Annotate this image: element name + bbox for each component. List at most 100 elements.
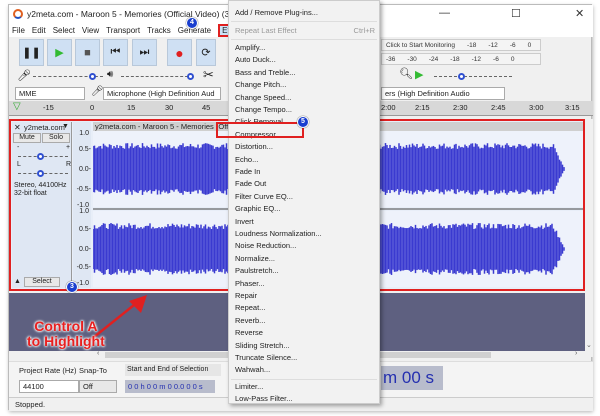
menu-tracks[interactable]: Tracks	[147, 26, 171, 35]
audacity-logo-icon	[13, 9, 23, 19]
recording-device-select[interactable]: Microphone (High Definition Aud	[103, 87, 221, 100]
menu-item-phaser[interactable]: Phaser...	[235, 278, 265, 290]
playback-meter[interactable]: -36 -30 -24 -18 -12 -6 0	[381, 53, 541, 65]
menu-item-low-pass-filter[interactable]: Low-Pass Filter...	[235, 393, 293, 405]
selection-label: Start and End of Selection	[125, 364, 221, 376]
menu-item-echo[interactable]: Echo...	[235, 154, 258, 166]
callout-text: Control A to Highlight	[27, 319, 105, 349]
menu-item-noise-reduction[interactable]: Noise Reduction...	[235, 240, 296, 252]
record-meter[interactable]: Click to Start Monitoring -18 -12 -6 0	[381, 39, 541, 51]
zoom-icon[interactable]: 🔍︎	[399, 67, 413, 80]
menu-item-repair[interactable]: Repair	[235, 290, 257, 302]
ruler-tick: 3:15	[565, 103, 580, 112]
menu-item-reverse[interactable]: Reverse	[235, 327, 263, 339]
selection-start-time[interactable]: 0 0 h 0 0 m 0 0.0 0 0 s	[125, 380, 215, 393]
playback-volume-slider[interactable]	[121, 69, 194, 83]
repeat-shortcut: Ctrl+R	[353, 26, 375, 35]
ruler-tick: 2:30	[453, 103, 468, 112]
audio-host-select[interactable]: MME	[15, 87, 85, 100]
close-button[interactable]: ✕	[575, 7, 584, 20]
menu-item-truncate-silence[interactable]: Truncate Silence...	[235, 352, 297, 364]
meter-label: Click to Start Monitoring	[386, 41, 455, 49]
pause-button[interactable]: ❚❚	[19, 39, 44, 66]
menu-item-change-tempo[interactable]: Change Tempo...	[235, 104, 292, 116]
snap-to-select[interactable]: Off	[79, 380, 117, 393]
menu-item-invert[interactable]: Invert	[235, 216, 254, 228]
menu-item-reverb[interactable]: Reverb...	[235, 315, 265, 327]
menu-item-paulstretch[interactable]: Paulstretch...	[235, 265, 279, 277]
menu-item-bass-and-treble[interactable]: Bass and Treble...	[235, 67, 295, 79]
meter-tick: -12	[488, 41, 498, 49]
play-button[interactable]: ▶	[47, 39, 72, 66]
ruler-tick: 15	[127, 103, 136, 112]
menu-transport[interactable]: Transport	[106, 26, 140, 35]
menu-separator	[231, 21, 377, 22]
callout-line-1: Control A	[34, 318, 98, 334]
menu-item-fade-in[interactable]: Fade In	[235, 166, 260, 178]
meter-tick: -36	[386, 55, 396, 63]
menu-item-change-pitch[interactable]: Change Pitch...	[235, 79, 286, 91]
menu-item-auto-duck[interactable]: Auto Duck...	[235, 54, 276, 66]
skip-to-start-button[interactable]: ⏮	[103, 39, 128, 66]
scroll-left-icon[interactable]: ‹	[97, 350, 99, 357]
effect-dropdown-menu: Add / Remove Plug-ins... Repeat Last Eff…	[228, 0, 380, 404]
track-bit-depth-info: 32-bit float	[14, 190, 47, 197]
menu-item-limiter[interactable]: Limiter...	[235, 381, 263, 393]
menu-item-loudness-normalization[interactable]: Loudness Normalization...	[235, 228, 322, 240]
scroll-right-icon[interactable]: ›	[575, 350, 577, 357]
menu-item-filter-curve-eq[interactable]: Filter Curve EQ...	[235, 191, 293, 203]
vertical-scrollbar[interactable]: ⌄	[585, 119, 593, 357]
menu-item-amplify[interactable]: Amplify...	[235, 42, 265, 54]
record-button[interactable]: ●	[167, 39, 192, 66]
skip-to-end-button[interactable]: ⏭	[132, 39, 157, 66]
ruler-tick: 45	[202, 103, 211, 112]
mute-button[interactable]: Mute	[13, 133, 41, 143]
recording-volume-slider[interactable]	[33, 69, 103, 83]
menu-item-graphic-eq[interactable]: Graphic EQ...	[235, 203, 280, 215]
menu-file[interactable]: File	[12, 26, 25, 35]
menu-item-change-speed[interactable]: Change Speed...	[235, 92, 291, 104]
meter-tick: 0	[510, 55, 515, 63]
cut-scissors-icon[interactable]: ✂	[203, 67, 214, 83]
menu-item-distortion[interactable]: Distortion...	[235, 141, 273, 153]
step-badge-3: 3	[66, 281, 78, 293]
play-speed-slider[interactable]	[434, 69, 512, 83]
microphone-icon: 🎤︎	[91, 86, 104, 97]
playback-device-select[interactable]: ers (High Definition Audio	[381, 87, 505, 100]
menu-item-repeat[interactable]: Repeat...	[235, 302, 265, 314]
menu-item-add-remove-plugins[interactable]: Add / Remove Plug-ins...	[235, 7, 318, 19]
track-menu-arrow-icon[interactable]: ▼	[62, 123, 69, 130]
compressor-highlight-box	[216, 122, 304, 138]
pan-slider[interactable]	[18, 166, 68, 180]
menu-item-sliding-stretch[interactable]: Sliding Stretch...	[235, 340, 290, 352]
stop-button[interactable]: ■	[75, 39, 100, 66]
menu-item-normalize[interactable]: Normalize...	[235, 253, 275, 265]
collapse-track-icon[interactable]: ▲	[14, 278, 21, 285]
ruler-tick: 2:45	[491, 103, 506, 112]
solo-button[interactable]: Solo	[42, 133, 70, 143]
ruler-tick: 3:00	[529, 103, 544, 112]
gain-slider[interactable]	[18, 149, 68, 163]
pin-playhead-icon[interactable]: ▽	[13, 101, 21, 112]
maximize-button[interactable]: ☐	[511, 7, 521, 20]
scale-label: 0.0-	[78, 166, 91, 173]
meter-tick: -24	[428, 55, 439, 63]
scale-label: 1.0	[79, 130, 89, 137]
menu-select[interactable]: Select	[53, 26, 75, 35]
scale-label: -0.5-	[76, 264, 91, 271]
loop-button[interactable]: ⟳	[196, 39, 216, 66]
menu-item-fade-out[interactable]: Fade Out	[235, 178, 266, 190]
play-at-speed-button[interactable]: ▶	[415, 68, 423, 81]
ruler-tick: 2:15	[415, 103, 430, 112]
menu-view[interactable]: View	[82, 26, 99, 35]
close-track-icon[interactable]: ✕	[14, 123, 21, 132]
menu-item-wahwah[interactable]: Wahwah...	[235, 364, 270, 376]
audio-position-time[interactable]: m 00 s	[381, 366, 443, 390]
vertical-scale: 1.0 0.5- 0.0- -0.5- -1.0 1.0 0.5- 0.0- -…	[73, 122, 91, 288]
menu-edit[interactable]: Edit	[32, 26, 46, 35]
repeat-label: Repeat Last Effect	[235, 26, 297, 35]
track-name-menu[interactable]: y2meta.com	[24, 123, 65, 132]
select-track-button[interactable]: Select	[24, 277, 60, 287]
project-rate-select[interactable]: 44100	[19, 380, 79, 393]
minimize-button[interactable]: —	[439, 7, 450, 19]
